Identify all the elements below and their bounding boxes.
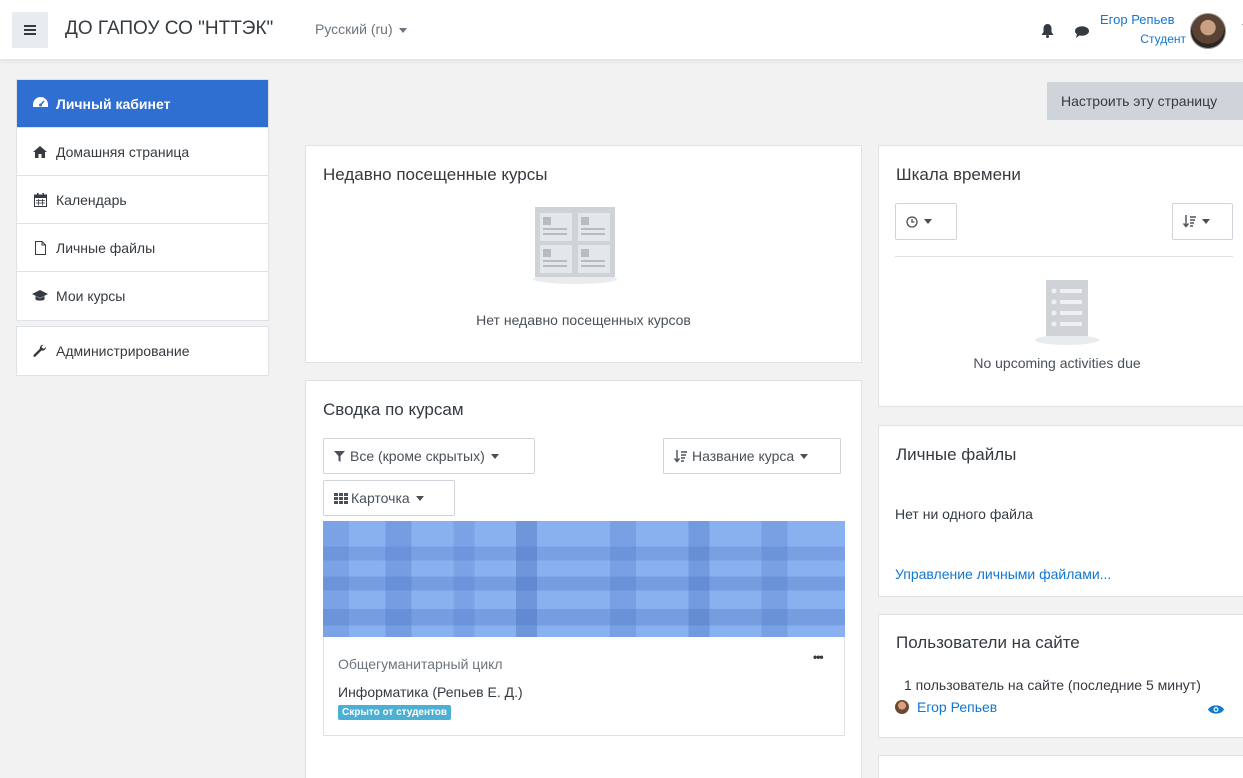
course-category: Общегуманитарный цикл [338, 656, 503, 672]
sort-icon [1183, 215, 1196, 228]
sidebar-item-label: Домашняя страница [56, 143, 190, 160]
sort-icon [674, 449, 687, 463]
activities-placeholder-icon [1035, 280, 1099, 345]
customise-page-button[interactable]: Настроить эту страницу [1047, 82, 1243, 120]
clock-icon [906, 215, 918, 228]
messages-button[interactable] [1075, 25, 1089, 41]
grid-icon [334, 492, 348, 504]
wrench-icon [32, 343, 48, 359]
view-label: Карточка [351, 490, 410, 506]
course-menu-button[interactable]: ••• [813, 650, 824, 664]
sort-label: Название курса [692, 448, 795, 464]
recent-courses-empty: Нет недавно посещенных курсов [476, 312, 691, 328]
course-image[interactable] [323, 521, 845, 637]
timeline-divider [895, 256, 1233, 257]
sidebar-item-my-courses[interactable]: Мои курсы [17, 272, 268, 320]
recent-courses-title: Недавно посещенные курсы [323, 165, 548, 184]
site-name[interactable]: ДО ГАПОУ СО "НТТЭК" [65, 18, 273, 40]
sort-dropdown[interactable]: Название курса [663, 438, 841, 474]
online-users-title: Пользователи на сайте [896, 633, 1080, 652]
online-users-summary: 1 пользователь на сайте (последние 5 мин… [904, 677, 1201, 693]
sidebar-item-label: Календарь [56, 191, 127, 208]
nav-main-group: Личный кабинет Домашняя страница Календа… [16, 79, 269, 321]
filter-dropdown[interactable]: Все (кроме скрытых) [323, 438, 535, 474]
navbar: ДО ГАПОУ СО "НТТЭК" Русский (ru) Егор Ре… [0, 0, 1243, 60]
chevron-down-icon [415, 495, 424, 501]
chevron-down-icon [800, 453, 809, 459]
eye-icon[interactable] [1208, 704, 1224, 715]
sidebar-item-label: Администрирование [56, 343, 190, 359]
online-user-name: Егор Репьев [917, 699, 998, 715]
chevron-down-icon [1202, 219, 1210, 224]
courses-placeholder-icon [533, 207, 617, 284]
sidebar-item-home[interactable]: Домашняя страница [17, 128, 268, 176]
file-icon [32, 240, 48, 256]
avatar[interactable] [1190, 13, 1226, 49]
language-menu[interactable]: Русский (ru) [315, 21, 407, 37]
sidebar: Личный кабинет Домашняя страница Календа… [16, 79, 269, 381]
next-block [878, 755, 1243, 778]
dashboard-icon [32, 96, 48, 112]
sidebar-item-private-files[interactable]: Личные файлы [17, 224, 268, 272]
language-label: Русский (ru) [315, 21, 393, 37]
sidebar-item-label: Мои курсы [56, 288, 126, 304]
sidebar-item-label: Личные файлы [56, 239, 156, 256]
sidebar-item-dashboard[interactable]: Личный кабинет [17, 80, 268, 128]
chevron-down-icon [490, 453, 499, 459]
graduation-cap-icon [32, 288, 48, 304]
hidden-badge: Скрыто от студентов [338, 705, 452, 720]
home-icon [32, 144, 48, 160]
timeline-title: Шкала времени [896, 165, 1021, 184]
private-files-title: Личные файлы [896, 445, 1017, 464]
view-dropdown[interactable]: Карточка [323, 480, 455, 516]
user-name[interactable]: Егор Репьев [1100, 12, 1174, 27]
sidebar-item-label: Личный кабинет [56, 95, 171, 112]
hamburger-icon [24, 29, 36, 31]
filter-icon [334, 450, 345, 462]
manage-files-link[interactable]: Управление личными файлами... [895, 566, 1111, 582]
nav-admin-group: Администрирование [16, 326, 269, 376]
course-name[interactable]: Информатика (Репьев Е. Д.) [338, 684, 523, 700]
online-user-item[interactable]: Егор Репьев [895, 699, 997, 715]
chat-icon [1075, 26, 1089, 38]
notifications-button[interactable] [1041, 24, 1054, 41]
sidebar-item-administration[interactable]: Администрирование [17, 327, 268, 375]
course-overview-title: Сводка по курсам [323, 400, 464, 419]
timeline-empty: No upcoming activities due [973, 355, 1141, 371]
filter-label: Все (кроме скрытых) [350, 448, 485, 464]
menu-toggle-button[interactable] [12, 12, 48, 48]
chevron-down-icon [398, 27, 407, 33]
bell-icon [1041, 24, 1054, 38]
user-role: Студент [1140, 32, 1186, 46]
private-files-empty: Нет ни одного файла [895, 506, 1033, 522]
sidebar-item-calendar[interactable]: Календарь [17, 176, 268, 224]
timeline-sort[interactable] [1172, 203, 1233, 240]
timeline-day-filter[interactable] [895, 203, 957, 240]
calendar-icon [32, 192, 48, 208]
avatar [895, 700, 909, 714]
chevron-down-icon [924, 219, 932, 224]
